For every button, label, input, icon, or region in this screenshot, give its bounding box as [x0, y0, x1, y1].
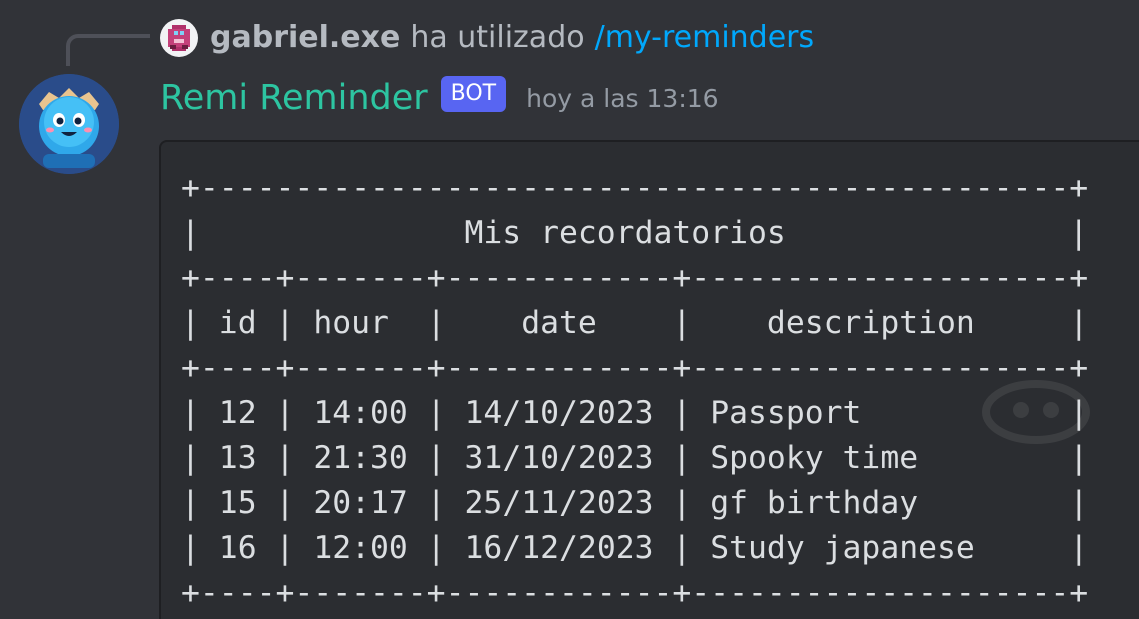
table-cell: 14:00: [294, 395, 427, 431]
table-cell: 12:00: [294, 530, 427, 566]
table-border: +----+-------+------------+-------------…: [181, 350, 1089, 386]
table-cell: Passport: [691, 395, 1070, 431]
table-title: Mis recordatorios: [199, 215, 1070, 251]
table-cell: 15: [199, 485, 276, 521]
table-cell: Study japanese: [691, 530, 1070, 566]
table-cell: 12: [199, 395, 276, 431]
code-block: +---------------------------------------…: [159, 140, 1139, 619]
table-border: +---------------------------------------…: [181, 170, 1089, 206]
table-cell: 20:17: [294, 485, 427, 521]
table-cell: 16/12/2023: [445, 530, 673, 566]
table-cell: 31/10/2023: [445, 440, 673, 476]
table-cell: 25/11/2023: [445, 485, 673, 521]
column-header: id: [199, 305, 276, 341]
blue-blob-mascot-icon: [19, 74, 119, 174]
bot-badge: BOT: [440, 76, 507, 112]
table-cell: 21:30: [294, 440, 427, 476]
command-reply-bar[interactable]: gabriel.exe ha utilizado /my-reminders: [160, 18, 814, 58]
table-cell: Spooky time: [691, 440, 1070, 476]
reply-connector-line: [66, 34, 150, 66]
message-timestamp[interactable]: hoy a las 13:16: [526, 84, 718, 113]
table-cell: 16: [199, 530, 276, 566]
reply-username[interactable]: gabriel.exe: [210, 18, 400, 58]
bot-username[interactable]: Remi Reminder: [160, 78, 428, 118]
slash-command-link[interactable]: /my-reminders: [595, 18, 815, 58]
bot-avatar[interactable]: [19, 74, 119, 174]
reminders-ascii-table: +---------------------------------------…: [181, 170, 1089, 611]
table-cell: 13: [199, 440, 276, 476]
column-header: description: [691, 305, 1070, 341]
reply-action-text: ha utilizado: [410, 20, 585, 55]
table-border: +----+-------+------------+-------------…: [181, 575, 1089, 611]
table-cell: 14/10/2023: [445, 395, 673, 431]
column-header: hour: [294, 305, 427, 341]
chat-view: gabriel.exe ha utilizado /my-reminders R…: [0, 0, 1139, 619]
column-header: date: [445, 305, 673, 341]
table-border: +----+-------+------------+-------------…: [181, 260, 1089, 296]
pixel-avatar-icon[interactable]: [160, 19, 198, 57]
message-header: Remi Reminder BOT hoy a las 13:16: [160, 72, 719, 124]
table-cell: gf birthday: [691, 485, 1070, 521]
